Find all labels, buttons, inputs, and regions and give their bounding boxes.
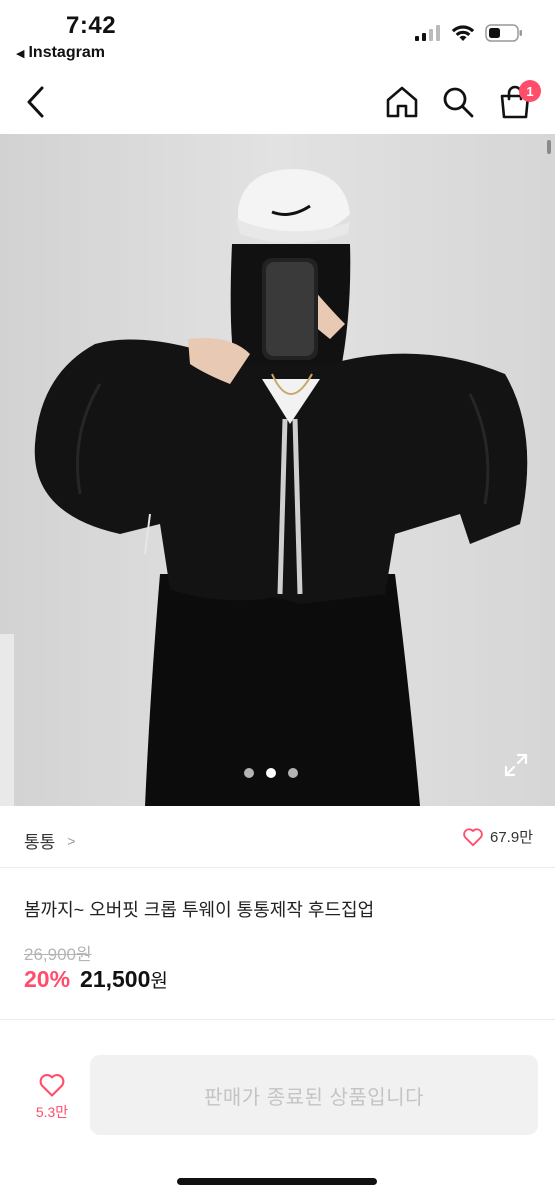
shop-row: 통통 > 67.9만 [0,806,555,868]
product-image[interactable] [0,134,555,806]
clock: 7:42 [66,12,117,39]
price-row: 20% 21,500원 [24,966,168,993]
original-price: 26,900원 [24,945,92,964]
bottom-action-bar: 5.3만 판매가 종료된 상품입니다 [0,1020,555,1200]
battery-icon [485,24,522,42]
system-icons [415,24,523,42]
wifi-icon [451,25,475,41]
scroll-indicator [547,140,551,154]
back-chevron-icon[interactable] [22,84,50,120]
wishlist-count: 5.3만 [35,1104,69,1120]
product-photo [0,134,555,806]
chevron-right-icon: > [67,832,76,849]
heart-icon [39,1074,65,1097]
gallery-pagination [244,768,298,778]
pagination-dot[interactable] [288,768,298,778]
pagination-dot-active[interactable] [266,768,276,778]
heart-icon [463,827,483,846]
product-info: 봄까지~ 오버핏 크롭 투웨이 통통제작 후드집업 26,900원 20% 21… [0,868,555,1020]
home-icon[interactable] [384,84,420,120]
discount-rate: 20% [24,966,71,992]
home-indicator [177,1178,377,1185]
cart-count-badge: 1 [519,80,541,102]
back-triangle-icon: ◀ [16,47,25,60]
sale-price: 21,500원 [80,966,168,993]
signal-icon [415,25,440,41]
currency-label: 원 [150,971,168,992]
wishlist-button[interactable]: 5.3만 [22,1072,82,1122]
shop-like-button[interactable]: 67.9만 [462,826,533,847]
top-nav: 1 [0,70,555,134]
back-app-label: Instagram [28,44,105,61]
sale-price-value: 21,500 [80,966,151,992]
shop-name: 통통 [24,833,56,852]
shop-like-count: 67.9만 [490,829,533,846]
pagination-dot[interactable] [244,768,254,778]
expand-icon[interactable] [503,752,529,778]
sold-out-button[interactable]: 판매가 종료된 상품입니다 [90,1055,538,1135]
product-title: 봄까지~ 오버핏 크롭 투웨이 통통제작 후드집업 [24,900,375,920]
search-icon[interactable] [440,84,476,120]
back-to-app[interactable]: ◀ Instagram [16,44,105,62]
shop-link[interactable]: 통통 > [24,828,75,853]
status-bar: 7:42 ◀ Instagram [0,0,555,70]
